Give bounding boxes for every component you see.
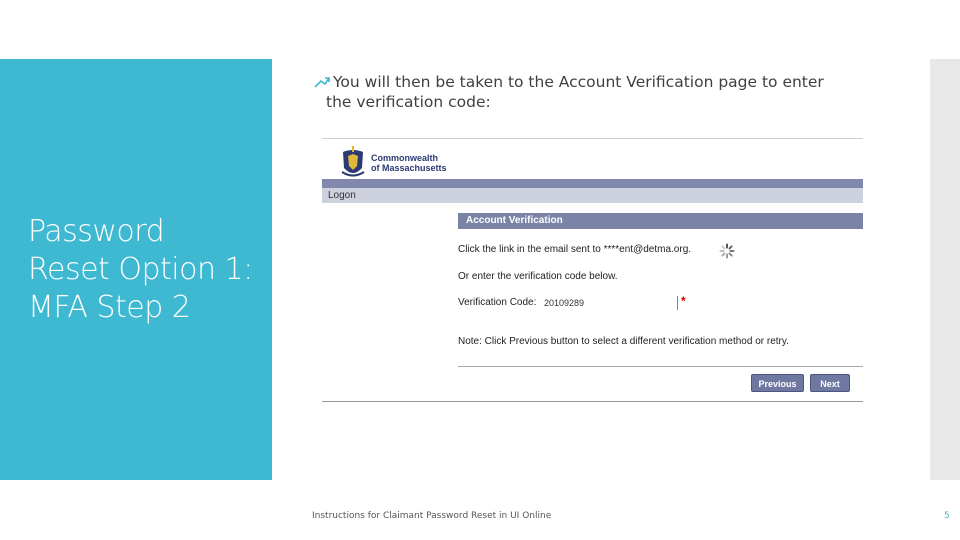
- bullet-line-1: You will then be taken to the Account Ve…: [333, 73, 824, 91]
- page-number: 5: [944, 511, 950, 521]
- form-divider: [458, 366, 863, 367]
- loading-spinner-icon: [719, 243, 735, 259]
- title-line-2: Reset Option 1:: [28, 252, 253, 287]
- org-name-line-2: of Massachusetts: [371, 163, 447, 173]
- header-bar: [322, 179, 863, 188]
- title-line-1: Password: [28, 214, 165, 249]
- note-text: Note: Click Previous button to select a …: [458, 336, 789, 347]
- nav-logon[interactable]: Logon: [322, 188, 863, 203]
- next-button[interactable]: Next: [810, 374, 850, 392]
- email-sent-message: Click the link in the email sent to ****…: [458, 244, 692, 255]
- bullet-line-2: the verification code:: [326, 93, 491, 111]
- alt-instruction: Or enter the verification code below.: [458, 271, 618, 282]
- bullet-arrow-icon: [314, 73, 330, 88]
- panel-title: Account Verification: [458, 213, 863, 229]
- verification-code-label: Verification Code:: [458, 297, 537, 308]
- slide-footer: Instructions for Claimant Password Reset…: [312, 511, 552, 521]
- required-marker: *: [681, 294, 686, 308]
- slide-title: Password Reset Option 1: MFA Step 2: [28, 213, 268, 327]
- right-decor-strip: [930, 59, 960, 480]
- state-seal-icon: [340, 146, 366, 180]
- title-line-3: MFA Step 2: [28, 290, 191, 325]
- screenshot-top-border: [322, 138, 863, 139]
- embedded-screenshot: Commonwealth of Massachusetts Logon Acco…: [322, 138, 863, 402]
- verification-code-input[interactable]: [542, 296, 678, 310]
- bullet-text: You will then be taken to the Account Ve…: [314, 72, 874, 112]
- previous-button[interactable]: Previous: [751, 374, 804, 392]
- screenshot-bottom-border: [322, 401, 863, 402]
- org-name: Commonwealth of Massachusetts: [371, 153, 447, 173]
- org-name-line-1: Commonwealth: [371, 153, 439, 163]
